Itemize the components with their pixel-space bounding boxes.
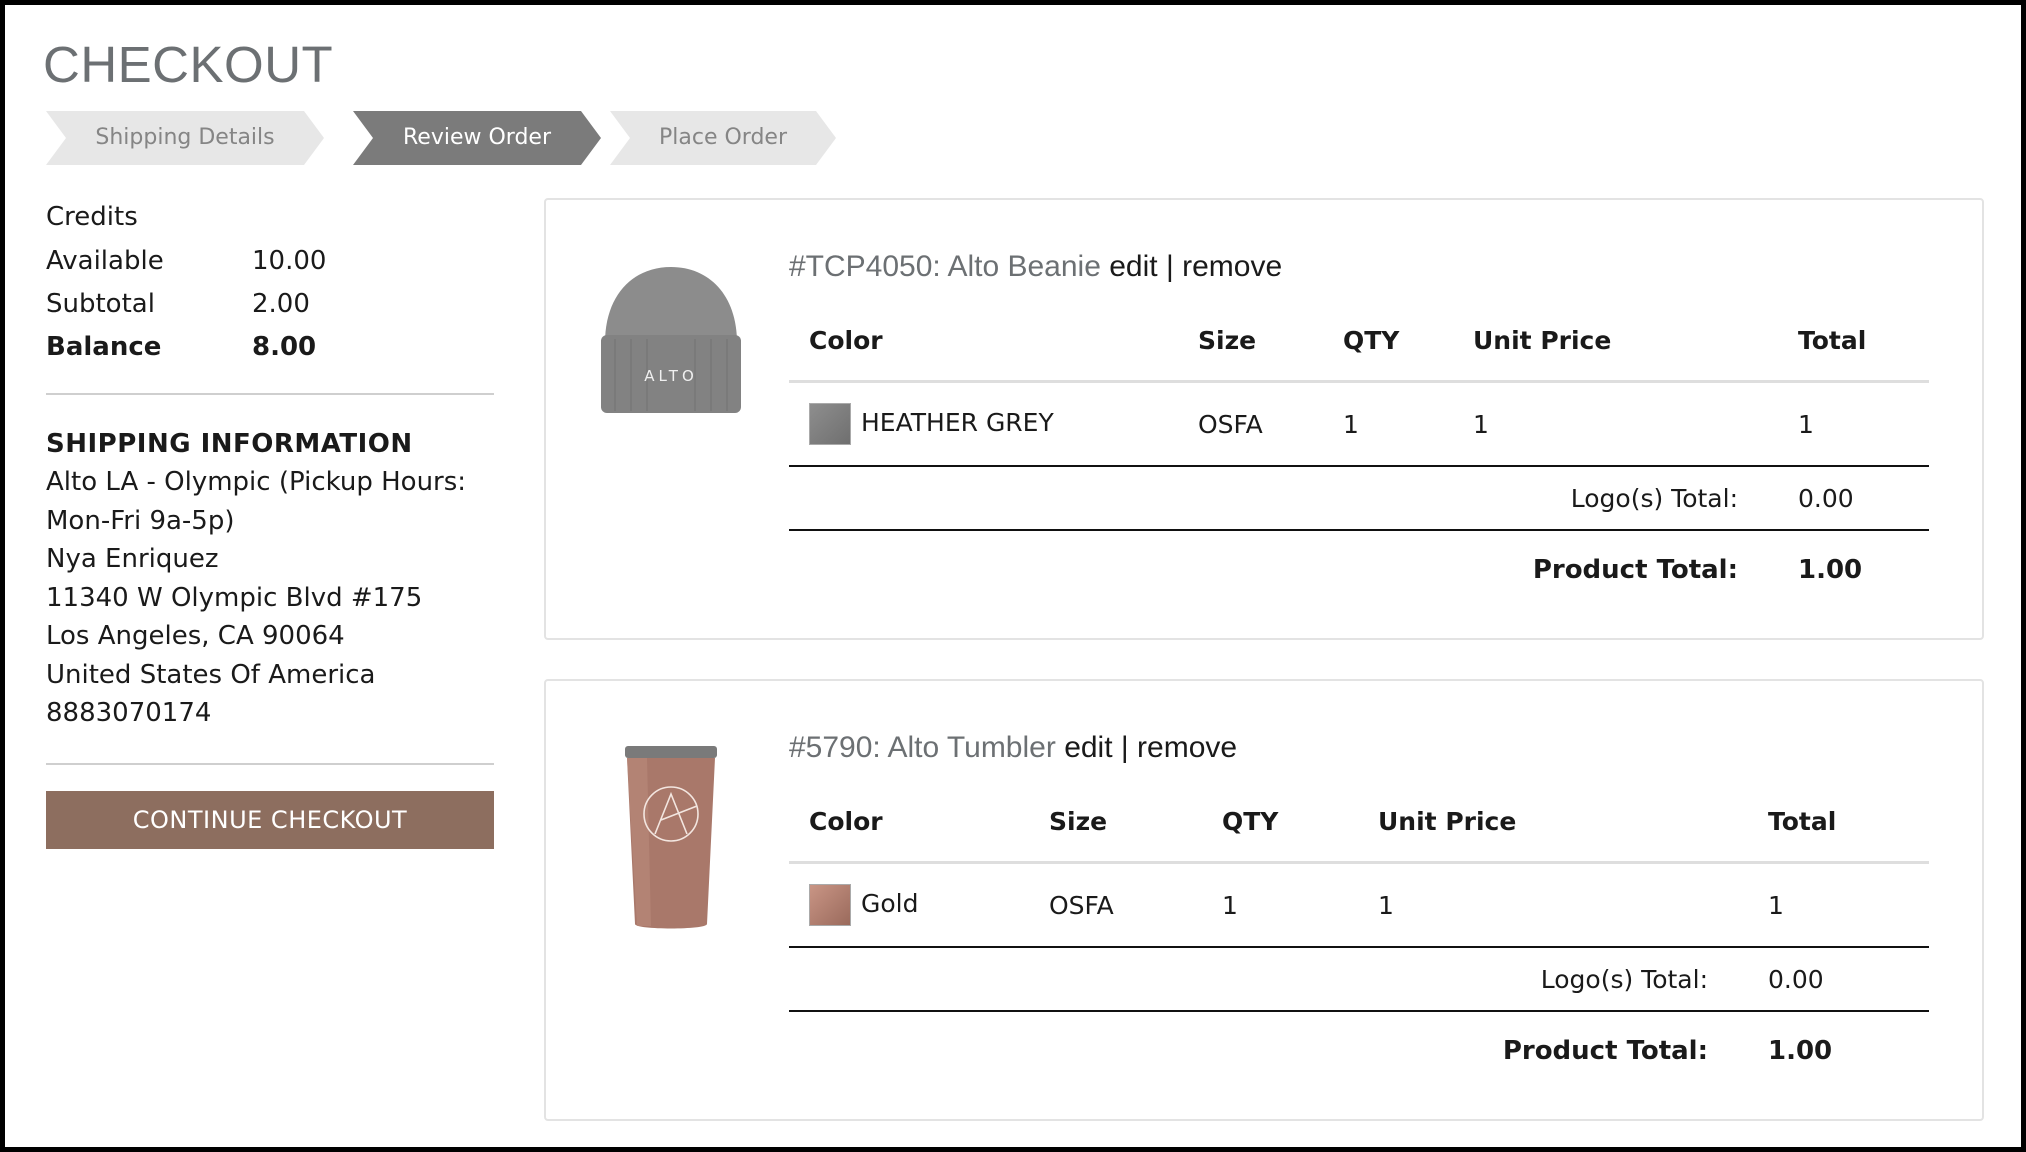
color-name: HEATHER GREY bbox=[861, 408, 1054, 437]
edit-link[interactable]: edit bbox=[1109, 250, 1157, 283]
beanie-icon: ALTO bbox=[601, 267, 741, 413]
credits-available-row: Available 10.00 bbox=[46, 245, 494, 277]
order-sidebar: Credits Available 10.00 Subtotal 2.00 Ba… bbox=[46, 201, 494, 849]
shipping-line: Los Angeles, CA 90064 bbox=[46, 621, 345, 651]
step-review-order[interactable]: Review Order bbox=[353, 111, 601, 165]
shipping-information: SHIPPING INFORMATION Alto LA - Olympic (… bbox=[46, 425, 494, 733]
line-items-table: Color Size QTY Unit Price Total Gold OSF… bbox=[789, 781, 1929, 1090]
step-place-order[interactable]: Place Order bbox=[610, 111, 836, 165]
credits-balance-row: Balance 8.00 bbox=[46, 331, 494, 363]
credits-heading: Credits bbox=[46, 202, 138, 232]
product-title: #TCP4050: Alto Beanie edit | remove bbox=[789, 250, 1282, 284]
continue-checkout-button[interactable]: CONTINUE CHECKOUT bbox=[46, 790, 494, 849]
product-total-row: Product Total: 1.00 bbox=[789, 1011, 1929, 1090]
step-shipping-details[interactable]: Shipping Details bbox=[46, 111, 324, 165]
total-value: 1 bbox=[1778, 381, 1929, 467]
product-total-row: Product Total: 1.00 bbox=[789, 530, 1929, 609]
logo-total-label: Logo(s) Total: bbox=[789, 466, 1778, 531]
subtotal-value: 2.00 bbox=[252, 289, 310, 319]
unit-price-header: Unit Price bbox=[1358, 781, 1748, 864]
product-total-label: Product Total: bbox=[1502, 1036, 1708, 1066]
qty-header: QTY bbox=[1202, 781, 1358, 864]
qty-value: 1 bbox=[1323, 381, 1453, 467]
unit-price-header: Unit Price bbox=[1453, 300, 1778, 383]
page-title: CHECKOUT bbox=[43, 36, 334, 93]
size-header: Size bbox=[1178, 300, 1323, 383]
available-label: Available bbox=[46, 246, 164, 276]
balance-value: 8.00 bbox=[252, 332, 317, 362]
sidebar-divider bbox=[46, 762, 494, 765]
remove-link[interactable]: remove bbox=[1137, 731, 1237, 764]
size-value: OSFA bbox=[1178, 381, 1323, 467]
sidebar-divider bbox=[46, 393, 494, 395]
product-total-label: Product Total: bbox=[1532, 555, 1738, 585]
product-title: #5790: Alto Tumbler edit | remove bbox=[789, 731, 1237, 765]
unit-price-value: 1 bbox=[1358, 862, 1748, 948]
logo-total-label: Logo(s) Total: bbox=[789, 947, 1748, 1012]
qty-value: 1 bbox=[1202, 862, 1358, 948]
product-card-beanie: ALTO #TCP4050: Alto Beanie edit | remove… bbox=[544, 198, 1984, 640]
svg-text:ALTO: ALTO bbox=[644, 367, 698, 385]
logo-total-row: Logo(s) Total: 0.00 bbox=[789, 947, 1929, 1012]
size-header: Size bbox=[1029, 781, 1202, 864]
remove-link[interactable]: remove bbox=[1182, 250, 1282, 283]
line-items-table: Color Size QTY Unit Price Total HEATHER … bbox=[789, 300, 1929, 609]
size-value: OSFA bbox=[1029, 862, 1202, 948]
total-header: Total bbox=[1748, 781, 1929, 864]
product-total-value: 1.00 bbox=[1768, 1036, 1833, 1066]
shipping-line: Mon-Fri 9a-5p) bbox=[46, 505, 235, 536]
color-swatch bbox=[809, 403, 851, 445]
subtotal-label: Subtotal bbox=[46, 289, 155, 319]
product-card-tumbler: #5790: Alto Tumbler edit | remove Color … bbox=[544, 679, 1984, 1121]
logo-total-row: Logo(s) Total: 0.00 bbox=[789, 466, 1929, 531]
total-value: 1 bbox=[1748, 862, 1929, 948]
credits-subtotal-row: Subtotal 2.00 bbox=[46, 288, 494, 320]
total-header: Total bbox=[1778, 300, 1929, 383]
balance-label: Balance bbox=[46, 332, 162, 362]
logo-total-value: 0.00 bbox=[1778, 466, 1929, 531]
product-name-link[interactable]: #TCP4050: Alto Beanie bbox=[789, 250, 1101, 283]
color-swatch bbox=[809, 884, 851, 926]
shipping-line: 11340 W Olympic Blvd #175 bbox=[46, 582, 423, 613]
qty-header: QTY bbox=[1323, 300, 1453, 383]
title-separator: | bbox=[1165, 250, 1174, 283]
unit-price-value: 1 bbox=[1453, 381, 1778, 467]
logo-total-value: 0.00 bbox=[1748, 947, 1929, 1012]
shipping-line: Nya Enriquez bbox=[46, 544, 219, 574]
color-header: Color bbox=[789, 781, 1029, 864]
table-row: HEATHER GREY OSFA 1 1 1 bbox=[789, 381, 1929, 467]
shipping-line: 8883070174 bbox=[46, 698, 212, 728]
color-name: Gold bbox=[861, 889, 919, 918]
shipping-heading: SHIPPING INFORMATION bbox=[46, 429, 413, 459]
available-value: 10.00 bbox=[252, 246, 327, 276]
edit-link[interactable]: edit bbox=[1064, 731, 1112, 764]
title-separator: | bbox=[1120, 731, 1129, 764]
table-row: Gold OSFA 1 1 1 bbox=[789, 862, 1929, 948]
shipping-line: United States Of America bbox=[46, 659, 376, 690]
product-total-value: 1.00 bbox=[1798, 555, 1863, 585]
color-header: Color bbox=[789, 300, 1178, 383]
product-name-link[interactable]: #5790: Alto Tumbler bbox=[789, 731, 1056, 764]
tumbler-icon bbox=[625, 746, 717, 929]
shipping-line: Alto LA - Olympic (Pickup Hours: bbox=[46, 467, 467, 497]
